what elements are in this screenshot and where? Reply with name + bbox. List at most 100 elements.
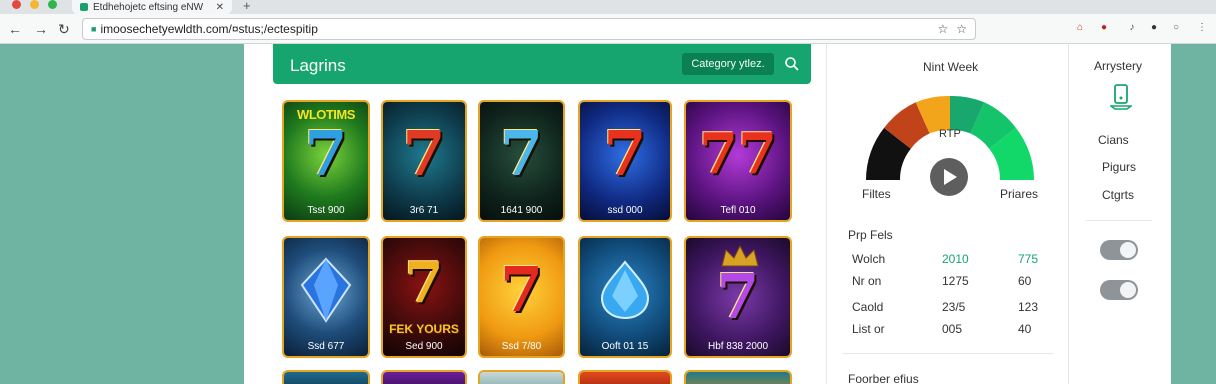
extension-chart-icon[interactable]: ♪ [1126, 22, 1138, 34]
game-title: FEK YOURS [389, 322, 459, 336]
menu-icon[interactable]: ⋮ [1196, 22, 1208, 34]
toggle-knob [1120, 282, 1136, 298]
seven-symbol: 77 [699, 120, 777, 187]
game-label: Tsst 900 [307, 205, 345, 216]
stat-value: 2010 [942, 252, 969, 266]
rtp-title: Nint Week [923, 60, 979, 74]
toggle-knob [1120, 242, 1136, 258]
diamond-icon [300, 257, 352, 323]
stats-title: Prp Fels [848, 228, 893, 242]
zoom-icon[interactable]: ☆ [937, 22, 948, 36]
side-divider [1086, 220, 1152, 221]
game-tile[interactable] [478, 370, 565, 384]
url-text: imoosechetyewldth.com/¤stus;/ectespitip [100, 22, 318, 36]
url-input[interactable]: ■ imoosechetyewldth.com/¤stus;/ectespiti… [82, 18, 976, 40]
page-content: Lagrins Category ytlez. WLOTIMS 7 Tsst 9… [244, 44, 1171, 384]
game-tile[interactable]: 7 3r6 71 [381, 100, 467, 222]
side-panel-title: Arrystery [1094, 59, 1142, 73]
tab-title: Etdhehojetc eftsing eNW [93, 1, 204, 13]
maximize-window-button[interactable] [48, 0, 57, 9]
section-divider [842, 353, 1054, 354]
game-tile[interactable] [381, 370, 467, 384]
extension-home-icon[interactable]: ⌂ [1074, 22, 1086, 34]
column-divider [1068, 44, 1069, 384]
gauge-left-label: Filtes [862, 187, 891, 201]
stats-row: Nr on 1275 60 [852, 274, 1040, 290]
extension-shield-icon[interactable]: ● [1098, 22, 1110, 34]
seven-symbol: 7 [499, 116, 544, 190]
close-window-button[interactable] [12, 0, 21, 9]
game-label: Sed 900 [405, 341, 443, 352]
gauge-right-label: Priares [1000, 187, 1039, 201]
stats-row: List or 005 40 [852, 322, 1040, 338]
site-header: Lagrins Category ytlez. [273, 44, 811, 84]
side-menu-item[interactable]: Pigurs [1102, 160, 1136, 174]
lock-icon: ■ [91, 24, 97, 34]
stat-name: Nr on [852, 274, 882, 288]
seven-symbol: 7 [499, 252, 544, 326]
reload-button[interactable]: ↻ [58, 20, 70, 38]
game-tile[interactable]: 7 1641 900 [478, 100, 565, 222]
game-tile[interactable] [578, 370, 672, 384]
stat-name: Caold [852, 300, 884, 314]
stat-value: 23/5 [942, 300, 966, 314]
game-tile[interactable]: 7 Ssd 7/80 [478, 236, 565, 358]
game-tile[interactable]: WLOTIMS 7 Tsst 900 [282, 100, 370, 222]
game-label: 3r6 71 [409, 205, 439, 216]
game-tile[interactable] [282, 370, 370, 384]
column-divider [826, 44, 827, 384]
stat-value: 775 [1018, 252, 1039, 266]
game-art [383, 372, 465, 384]
play-button[interactable] [930, 158, 968, 196]
game-tile[interactable]: 7 Hbf 838 2000 [684, 236, 792, 358]
game-label: ssd 000 [607, 205, 643, 216]
stat-name: Wolch [852, 252, 886, 266]
game-label: Tefl 010 [720, 205, 756, 216]
extension-circle-icon[interactable]: ○ [1170, 22, 1182, 34]
game-label: 1641 900 [500, 205, 543, 216]
seven-symbol: 7 [404, 249, 444, 316]
features-title: Foorber efius [848, 372, 919, 384]
favicon-icon [80, 3, 88, 11]
toggle-switch[interactable] [1100, 240, 1138, 260]
side-menu-item[interactable]: Ctgrts [1102, 188, 1134, 202]
site-logo[interactable]: Lagrins [290, 56, 346, 76]
phone-icon[interactable] [1110, 84, 1132, 110]
stat-value: 60 [1018, 274, 1032, 288]
stat-value: 40 [1018, 322, 1032, 336]
new-tab-button[interactable]: + [243, 0, 251, 13]
seven-symbol: 7 [603, 116, 647, 190]
address-bar: ← → ↻ ■ imoosechetyewldth.com/¤stus;/ect… [0, 14, 1216, 44]
game-tile[interactable] [684, 370, 792, 384]
game-tile[interactable]: 77 Tefl 010 [684, 100, 792, 222]
close-icon[interactable]: ✕ [216, 2, 224, 13]
search-icon[interactable] [784, 56, 800, 72]
tab-strip: Etdhehojetc eftsing eNW ✕ + [0, 0, 1216, 14]
profile-icon[interactable]: ● [1148, 22, 1160, 34]
game-tile[interactable]: Ooft 01 15 [578, 236, 672, 358]
game-label: Ssd 7/80 [501, 341, 542, 352]
browser-tab[interactable]: Etdhehojetc eftsing eNW ✕ [72, 0, 232, 14]
minimize-window-button[interactable] [30, 0, 39, 9]
back-button[interactable]: ← [8, 20, 22, 38]
bookmark-star-icon[interactable]: ☆ [956, 22, 967, 36]
game-label: Ssd 677 [307, 341, 345, 352]
game-art [284, 372, 368, 384]
forward-button[interactable]: → [34, 20, 48, 38]
game-tile[interactable]: 7 FEK YOURS Sed 900 [381, 236, 467, 358]
game-tile[interactable]: Ssd 677 [282, 236, 370, 358]
stat-value: 123 [1018, 300, 1039, 314]
side-menu-item[interactable]: Cians [1098, 133, 1129, 147]
stats-row: Caold 23/5 123 [852, 300, 1040, 316]
stat-value: 005 [942, 322, 963, 336]
category-button[interactable]: Category ytlez. [682, 53, 774, 75]
toggle-switch[interactable] [1100, 280, 1138, 300]
game-art [686, 372, 790, 384]
gem-icon [600, 260, 650, 319]
stat-name: List or [852, 322, 885, 336]
game-tile[interactable]: 7 ssd 000 [578, 100, 672, 222]
game-label: Ooft 01 15 [601, 341, 649, 352]
seven-symbol: 7 [716, 260, 760, 333]
game-art [580, 372, 670, 384]
rtp-label: RTP [939, 128, 961, 140]
